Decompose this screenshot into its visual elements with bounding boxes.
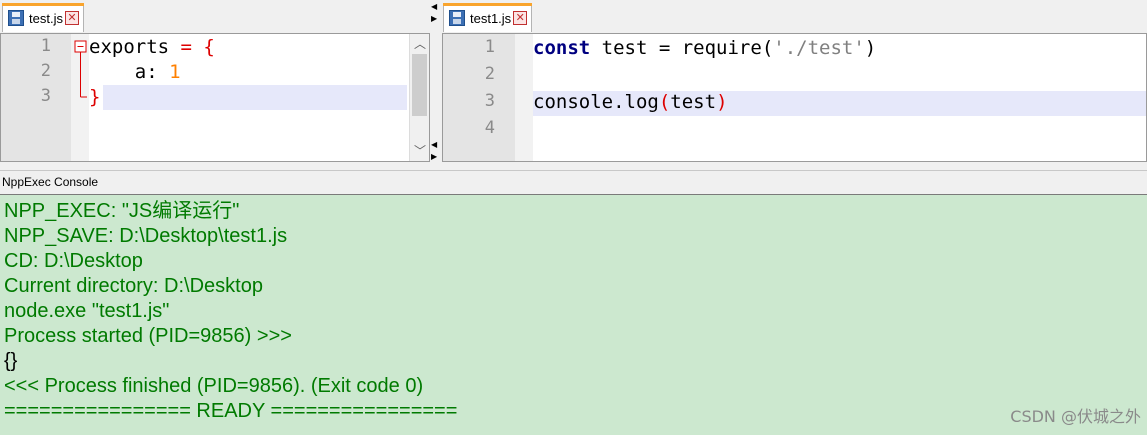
console-line: Current directory: D:\Desktop [4, 275, 263, 297]
code-line: const test = require('./test') [533, 37, 876, 59]
console-line: Process started (PID=9856) >>> [4, 325, 292, 347]
code-token: a [89, 61, 147, 83]
code-token: ) [864, 37, 877, 59]
view-splitter[interactable]: ◀ ▶ ◀ ▶ [430, 0, 442, 163]
line-number: 1 [484, 37, 495, 57]
fold-marker-icon[interactable] [74, 40, 88, 104]
tab-label: test.js [29, 10, 63, 26]
tab-test-js[interactable]: test.js ✕ [2, 3, 84, 32]
line-number: 3 [484, 91, 495, 111]
left-editor[interactable]: 1 2 3 exports = { a: 1} ︿ ﹀ [0, 33, 430, 162]
line-number: 2 [484, 64, 495, 84]
tab-test1-js[interactable]: test1.js ✕ [443, 3, 533, 32]
splitter-right-arrow-icon[interactable]: ▶ [431, 14, 437, 23]
current-line-highlight [103, 85, 407, 110]
console-line: NPP_EXEC: "JS编译运行" [4, 200, 240, 222]
splitter-left-arrow-icon[interactable]: ◀ [431, 140, 437, 149]
save-icon [449, 10, 465, 26]
code-token: './test' [773, 37, 865, 59]
line-number: 2 [40, 61, 51, 81]
save-icon [8, 10, 24, 26]
tab-label: test1.js [470, 10, 512, 26]
code-line: } [89, 86, 100, 108]
console-line: <<< Process finished (PID=9856). (Exit c… [4, 375, 424, 397]
code-token: ) [716, 91, 728, 113]
right-editor[interactable]: 1234 const test = require('./test') conso… [442, 33, 1147, 162]
code-token: require [670, 37, 762, 59]
code-token: : [146, 61, 158, 83]
code-token: { [191, 36, 215, 58]
nppexec-console[interactable]: NPP_EXEC: "JS编译运行" NPP_SAVE: D:\Desktop\t… [0, 194, 1147, 435]
splitter-right-arrow-icon[interactable]: ▶ [431, 152, 437, 161]
close-icon[interactable]: ✕ [513, 11, 528, 25]
code-token: ( [658, 91, 671, 113]
code-token: ( [761, 37, 774, 59]
code-line: exports = { [89, 36, 215, 58]
code-token: exports [89, 36, 181, 58]
code-token: = [658, 37, 671, 59]
active-tab-indicator [2, 3, 84, 6]
code-token: const [533, 37, 591, 59]
left-tab-bar: test.js ✕ [0, 0, 430, 33]
line-number: 1 [40, 36, 51, 56]
splitter-left-arrow-icon[interactable]: ◀ [431, 2, 437, 11]
vertical-scrollbar[interactable]: ︿ ﹀ [409, 34, 429, 161]
code-line: console.log(test) [533, 91, 728, 113]
scroll-up-icon[interactable]: ︿ [410, 35, 429, 53]
console-line: {} [4, 350, 18, 372]
code-token: test [590, 37, 659, 59]
code-token: console.log [533, 91, 659, 113]
console-line: node.exe "test1.js" [4, 300, 170, 322]
console-line: NPP_SAVE: D:\Desktop\test1.js [4, 225, 288, 247]
right-tab-bar: test1.js ✕ [442, 0, 1147, 33]
line-number: 3 [40, 86, 51, 106]
active-tab-indicator [443, 3, 533, 6]
code-token: = [180, 36, 192, 58]
watermark: CSDN @伏城之外 [1010, 407, 1141, 426]
code-line: a: 1 [89, 61, 181, 83]
console-line: ================ READY ================ [4, 400, 458, 422]
scroll-down-icon[interactable]: ﹀ [410, 142, 429, 160]
close-icon[interactable]: ✕ [64, 11, 79, 25]
code-token: 1 [157, 61, 181, 83]
line-number: 4 [484, 118, 495, 138]
code-token: test [670, 91, 717, 113]
console-line: CD: D:\Desktop [4, 250, 143, 272]
fold-margin [515, 34, 533, 161]
code-token: } [89, 86, 101, 108]
console-title: NppExec Console [0, 170, 1147, 192]
scrollbar-thumb[interactable] [412, 54, 427, 116]
